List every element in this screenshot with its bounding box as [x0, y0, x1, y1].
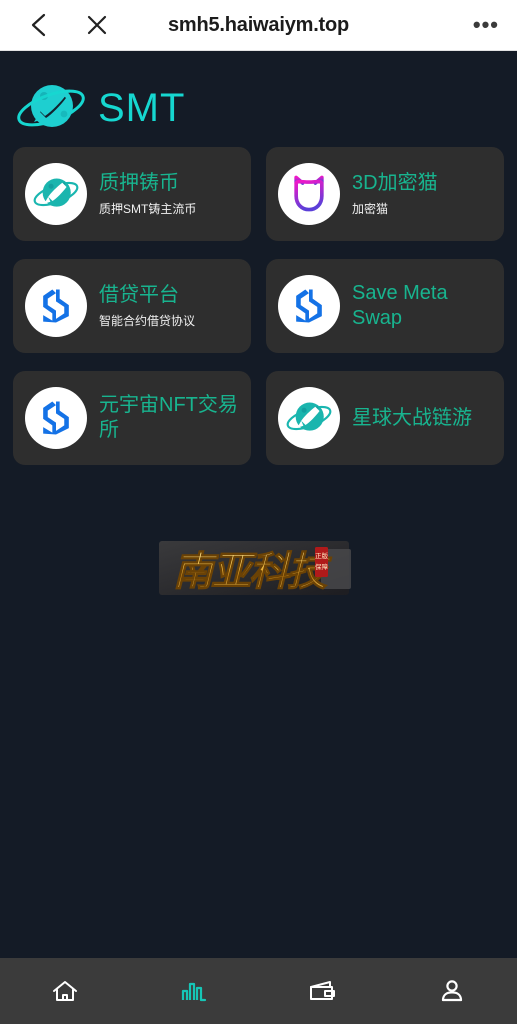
app-card-subtitle: 智能合约借贷协议: [99, 314, 196, 329]
app-card-title: 3D加密猫: [352, 172, 438, 195]
app-card-metaverse-nft-exchange[interactable]: 元宇宙NFT交易所: [13, 371, 251, 465]
app-card-stake-mint[interactable]: 质押铸币 质押SMT铸主流币: [13, 147, 251, 241]
app-card-title: 借贷平台: [99, 284, 179, 307]
brand-header: SMT: [0, 51, 517, 143]
planet-rocket-icon: [14, 76, 88, 140]
tab-profile[interactable]: [388, 958, 517, 1024]
promo-banner-wrap: 南亚科技 正版 保障: [0, 527, 517, 613]
home-icon: [52, 981, 77, 1001]
app-card-title: Save Meta Swap: [352, 282, 448, 329]
tab-home[interactable]: [0, 958, 129, 1024]
gold-calligraphy-banner-icon: 南亚科技 正版 保障: [158, 541, 351, 596]
blue-s-swap-icon: [25, 275, 87, 337]
close-icon: [87, 15, 107, 35]
app-card-text: 元宇宙NFT交易所: [99, 393, 241, 443]
app-page: SMT 质押铸币 质押SMT铸主流币 3D加密猫 加密猫 借贷平台 智能合约借贷…: [0, 51, 517, 1024]
app-card-subtitle: 质押SMT铸主流币: [99, 202, 197, 217]
blue-s-swap-icon: [25, 387, 87, 449]
planet-rocket-icon: [25, 163, 87, 225]
svg-text:保障: 保障: [315, 562, 329, 571]
person-icon: [442, 980, 463, 1002]
brand-name: SMT: [98, 85, 186, 130]
app-card-text: 质押铸币 质押SMT铸主流币: [99, 171, 196, 216]
wallet-icon: [310, 981, 336, 1000]
app-card-text: 星球大战链游: [352, 406, 472, 431]
planet-rocket-icon: [278, 387, 340, 449]
app-card-text: 借贷平台 智能合约借贷协议: [99, 283, 195, 328]
app-card-text: 3D加密猫 加密猫: [352, 171, 438, 216]
tab-market[interactable]: [129, 958, 258, 1024]
app-card-lending-platform[interactable]: 借贷平台 智能合约借贷协议: [13, 259, 251, 353]
app-grid: 质押铸币 质押SMT铸主流币 3D加密猫 加密猫 借贷平台 智能合约借贷协议 S…: [0, 147, 517, 465]
blue-s-swap-icon: [278, 275, 340, 337]
chart-icon: [181, 982, 206, 1002]
app-card-star-wars-chain-game[interactable]: 星球大战链游: [266, 371, 504, 465]
app-card-save-meta-swap[interactable]: Save Meta Swap: [266, 259, 504, 353]
back-arrow-icon: [31, 13, 46, 37]
bottom-tab-bar: [0, 958, 517, 1024]
app-card-title: 元宇宙NFT交易所: [99, 394, 238, 441]
promo-banner: 南亚科技 正版 保障: [153, 527, 365, 613]
browser-toolbar: smh5.haiwaiym.top •••: [0, 0, 517, 51]
svg-text:正版: 正版: [315, 551, 329, 560]
more-menu-button[interactable]: •••: [473, 14, 499, 36]
crypto-cat-icon: [278, 163, 340, 225]
back-button[interactable]: [16, 2, 62, 48]
app-card-text: Save Meta Swap: [352, 281, 494, 331]
svg-text:南亚科技: 南亚科技: [173, 549, 332, 595]
app-card-title: 星球大战链游: [352, 406, 472, 429]
tab-wallet[interactable]: [259, 958, 388, 1024]
close-button[interactable]: [74, 2, 120, 48]
page-content: SMT 质押铸币 质押SMT铸主流币 3D加密猫 加密猫 借贷平台 智能合约借贷…: [0, 51, 517, 958]
app-card-3d-crypto-cat[interactable]: 3D加密猫 加密猫: [266, 147, 504, 241]
app-card-subtitle: 加密猫: [352, 202, 389, 217]
app-card-title: 质押铸币: [99, 172, 179, 195]
